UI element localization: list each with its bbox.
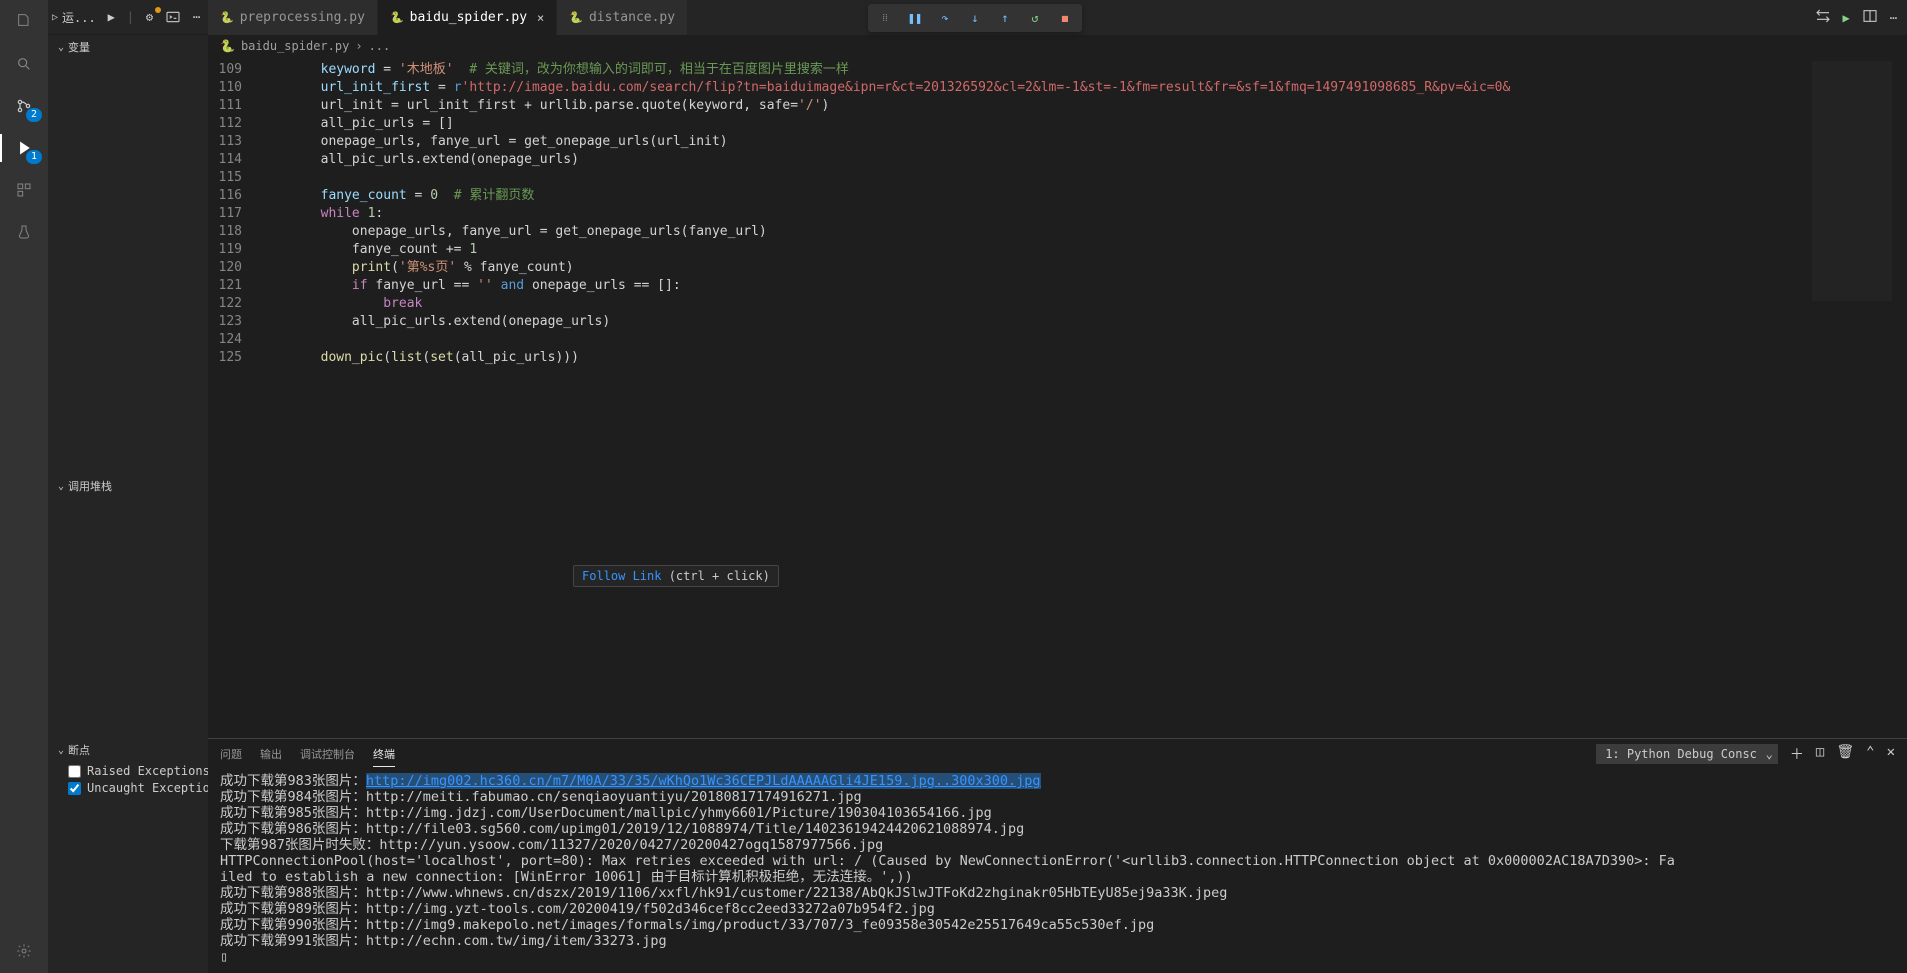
debug-console-icon[interactable] — [165, 9, 181, 25]
tab-baidu-spider[interactable]: 🐍baidu_spider.py× — [378, 0, 557, 35]
split-editor-icon[interactable] — [1862, 8, 1878, 27]
step-out-icon[interactable]: ↑ — [992, 6, 1018, 30]
close-icon[interactable]: × — [537, 11, 544, 25]
new-terminal-icon[interactable]: ＋ — [1790, 744, 1804, 764]
tab-debug-console[interactable]: 调试控制台 — [300, 742, 355, 766]
tab-problems[interactable]: 问题 — [220, 742, 242, 766]
bottom-panel: 问题 输出 调试控制台 终端 1: Python Debug Consc ⌄ ＋… — [208, 738, 1907, 973]
run-file-icon[interactable]: ▶ — [1843, 11, 1850, 25]
source-control-icon[interactable]: 2 — [12, 94, 36, 118]
panel-tabs: 问题 输出 调试控制台 终端 1: Python Debug Consc ⌄ ＋… — [208, 739, 1907, 769]
compare-icon[interactable] — [1815, 8, 1831, 27]
bp-raised-exceptions[interactable]: Raised Exceptions — [68, 764, 200, 778]
drag-handle-icon[interactable]: ⁞⁞ — [872, 6, 898, 30]
trash-icon[interactable]: 🗑 — [1836, 744, 1854, 764]
test-icon[interactable] — [12, 220, 36, 244]
debug-icon[interactable]: 1 — [12, 136, 36, 160]
debug-toolbar: ⁞⁞ ❚❚ ↷ ↓ ↑ ↺ ◼ — [868, 4, 1082, 32]
tab-output[interactable]: 输出 — [260, 742, 282, 766]
terminal-selector[interactable]: 1: Python Debug Consc ⌄ — [1596, 744, 1778, 764]
settings-icon[interactable] — [12, 939, 36, 963]
callstack-section[interactable]: ⌄调用堆栈 — [48, 474, 208, 498]
step-into-icon[interactable]: ↓ — [962, 6, 988, 30]
bp-uncaught-exceptions[interactable]: Uncaught Exceptio — [68, 781, 200, 795]
stop-icon[interactable]: ◼ — [1052, 6, 1078, 30]
sidebar: ▷ 运... ▶ | ⚙ ⋯ ⌄变量 ⌄调用堆栈 ⌄断点 Raised Exce… — [48, 0, 208, 973]
breadcrumb[interactable]: 🐍 baidu_spider.py › ... — [208, 35, 1907, 57]
tab-preprocessing[interactable]: 🐍preprocessing.py — [208, 0, 378, 35]
more-actions-icon[interactable]: ⋯ — [1890, 11, 1897, 25]
maximize-panel-icon[interactable]: ⌃ — [1866, 744, 1874, 764]
split-terminal-icon[interactable]: ◫ — [1816, 744, 1824, 764]
debug-run-toolbar: ▷ 运... ▶ | ⚙ ⋯ — [48, 0, 208, 35]
run-config[interactable]: ▷ 运... — [52, 9, 96, 26]
search-icon[interactable] — [12, 52, 36, 76]
source-control-badge: 2 — [26, 108, 42, 122]
link-tooltip: Follow Link (ctrl + click) — [573, 565, 779, 587]
close-panel-icon[interactable]: ✕ — [1887, 744, 1895, 764]
tab-terminal[interactable]: 终端 — [373, 742, 395, 767]
line-numbers: 1091101111121131141151161171181191201211… — [208, 57, 258, 738]
tab-distance[interactable]: 🐍distance.py — [557, 0, 688, 35]
debug-badge: 1 — [26, 150, 42, 164]
breakpoints-section[interactable]: ⌄断点 — [48, 738, 208, 762]
code-area[interactable]: keyword = '木地板' # 关键词，改为你想输入的词即可，相当于在百度图… — [258, 57, 1807, 738]
extensions-icon[interactable] — [12, 178, 36, 202]
gear-icon[interactable]: ⚙ — [142, 10, 157, 24]
editor: 🐍preprocessing.py 🐍baidu_spider.py× 🐍dis… — [208, 0, 1907, 973]
variables-section[interactable]: ⌄变量 — [48, 35, 208, 59]
restart-icon[interactable]: ↺ — [1022, 6, 1048, 30]
terminal-output[interactable]: 成功下载第983张图片：http://img002.hc360.cn/m7/M0… — [208, 769, 1907, 973]
activity-bar: 2 1 — [0, 0, 48, 973]
minimap[interactable] — [1807, 57, 1907, 738]
start-debug-icon[interactable]: ▶ — [104, 10, 119, 24]
pause-icon[interactable]: ❚❚ — [902, 6, 928, 30]
files-icon[interactable] — [0, 6, 48, 34]
more-icon[interactable]: ⋯ — [189, 10, 204, 24]
step-over-icon[interactable]: ↷ — [932, 6, 958, 30]
